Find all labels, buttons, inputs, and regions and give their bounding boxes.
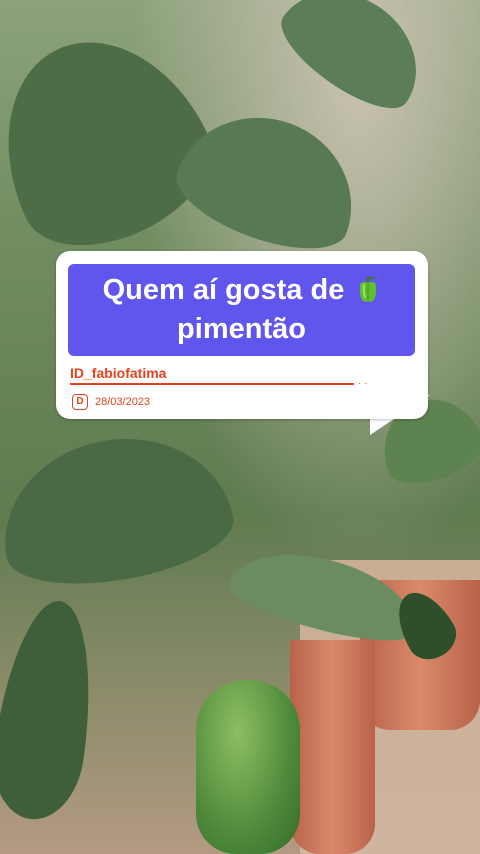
clay-pot (290, 640, 375, 854)
post-date: 28/03/2023 (95, 396, 151, 408)
caption-line-1: Quem aí gosta de (102, 274, 345, 306)
green-bell-pepper-icon (360, 276, 377, 302)
green-pepper (196, 680, 300, 854)
id-underline-dots: ·· (358, 378, 371, 389)
caption-title: Quem aí gosta de pimentão (68, 264, 415, 356)
caption-card: Quem aí gosta de pimentão ID_fabiofatima… (56, 251, 428, 419)
author-id: ID_fabiofatima (70, 365, 167, 381)
caption-line-2: pimentão (177, 313, 306, 345)
date-icon: D (72, 394, 88, 410)
date-row: D 28/03/2023 (72, 393, 150, 411)
background-photo (0, 0, 480, 854)
id-underline (70, 383, 354, 385)
